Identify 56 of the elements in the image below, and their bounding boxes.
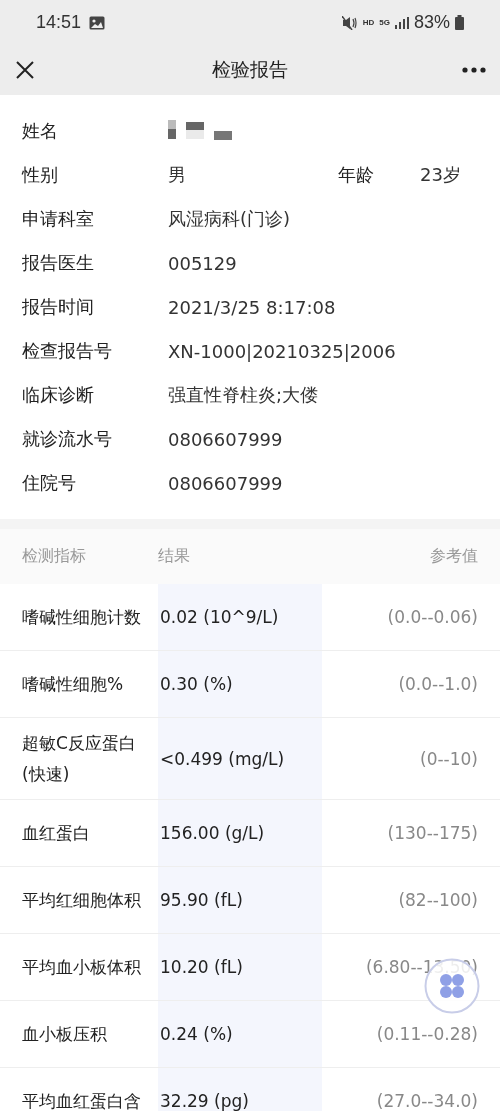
field-label: 就诊流水号 xyxy=(22,427,113,451)
reference-range: (0.11--0.28) xyxy=(376,1024,478,1045)
battery-level: 83% xyxy=(413,12,450,33)
clock: 14:51 xyxy=(36,12,82,33)
test-result: <0.499 (mg/L) xyxy=(160,748,285,769)
test-result: 0.30 (%) xyxy=(160,674,233,694)
field-value: 强直性脊柱炎;大偻 xyxy=(168,383,320,407)
field-label: 临床诊断 xyxy=(22,383,95,407)
test-result: 10.20 (fL) xyxy=(160,957,243,978)
field-value: 005129 xyxy=(168,252,238,274)
field-label: 性别 xyxy=(22,163,59,187)
column-header: 检测指标 xyxy=(21,546,87,567)
field-value: 男 xyxy=(168,163,187,187)
reference-range: (0.0--0.06) xyxy=(387,607,478,627)
field-label: 申请科室 xyxy=(22,207,95,231)
page-title: 检验报告 xyxy=(212,57,288,82)
test-name: 嗜碱性细胞% xyxy=(22,672,124,696)
close-icon[interactable] xyxy=(15,60,35,80)
column-header: 结果 xyxy=(158,546,191,567)
reference-range: (27.0--34.0) xyxy=(376,1091,478,1111)
network-indicator: 5G xyxy=(379,18,390,27)
test-name: 平均血小板体积 xyxy=(22,955,141,979)
field-label: 报告医生 xyxy=(22,251,95,275)
test-name: 超敏C反应蛋白(快速) xyxy=(22,732,137,786)
test-name: 血红蛋白 xyxy=(22,821,90,845)
image-icon xyxy=(89,15,106,30)
field-label: 报告时间 xyxy=(22,295,95,319)
test-result: 0.02 (10^9/L) xyxy=(160,607,279,627)
test-name: 血小板压积 xyxy=(22,1022,107,1046)
test-name: 平均红细胞体积 xyxy=(22,888,141,912)
reference-range: (130--175) xyxy=(387,823,478,844)
more-icon[interactable] xyxy=(462,67,486,73)
field-label: 姓名 xyxy=(22,119,59,143)
test-result: 156.00 (g/L) xyxy=(160,823,265,844)
field-label: 年龄 xyxy=(338,163,375,187)
field-value: 风湿病科(门诊) xyxy=(168,207,292,231)
field-value: 2021/3/25 8:17:08 xyxy=(168,296,337,318)
reference-range: (0.0--1.0) xyxy=(398,674,478,694)
hd-indicator: HD xyxy=(362,18,375,27)
reference-range: (0--10) xyxy=(420,748,478,769)
field-value: 0806607999 xyxy=(168,472,284,494)
test-name: 嗜碱性细胞计数 xyxy=(22,605,141,629)
field-value: XN-1000|20210325|2006 xyxy=(168,340,397,362)
mute-icon xyxy=(341,15,358,30)
test-result: 0.24 (%) xyxy=(160,1024,233,1045)
field-label: 检查报告号 xyxy=(22,339,113,363)
field-value: 23岁 xyxy=(420,163,461,187)
column-header: 参考值 xyxy=(429,546,479,567)
field-label: 住院号 xyxy=(22,471,77,495)
test-result: 95.90 (fL) xyxy=(160,890,243,911)
test-name: 平均血红蛋白含 xyxy=(22,1089,141,1111)
field-value: 0806607999 xyxy=(168,428,284,450)
battery-icon xyxy=(455,15,464,30)
reference-range: (82--100) xyxy=(398,890,478,911)
signal-icon xyxy=(394,16,409,29)
test-result: 32.29 (pg) xyxy=(160,1091,249,1111)
